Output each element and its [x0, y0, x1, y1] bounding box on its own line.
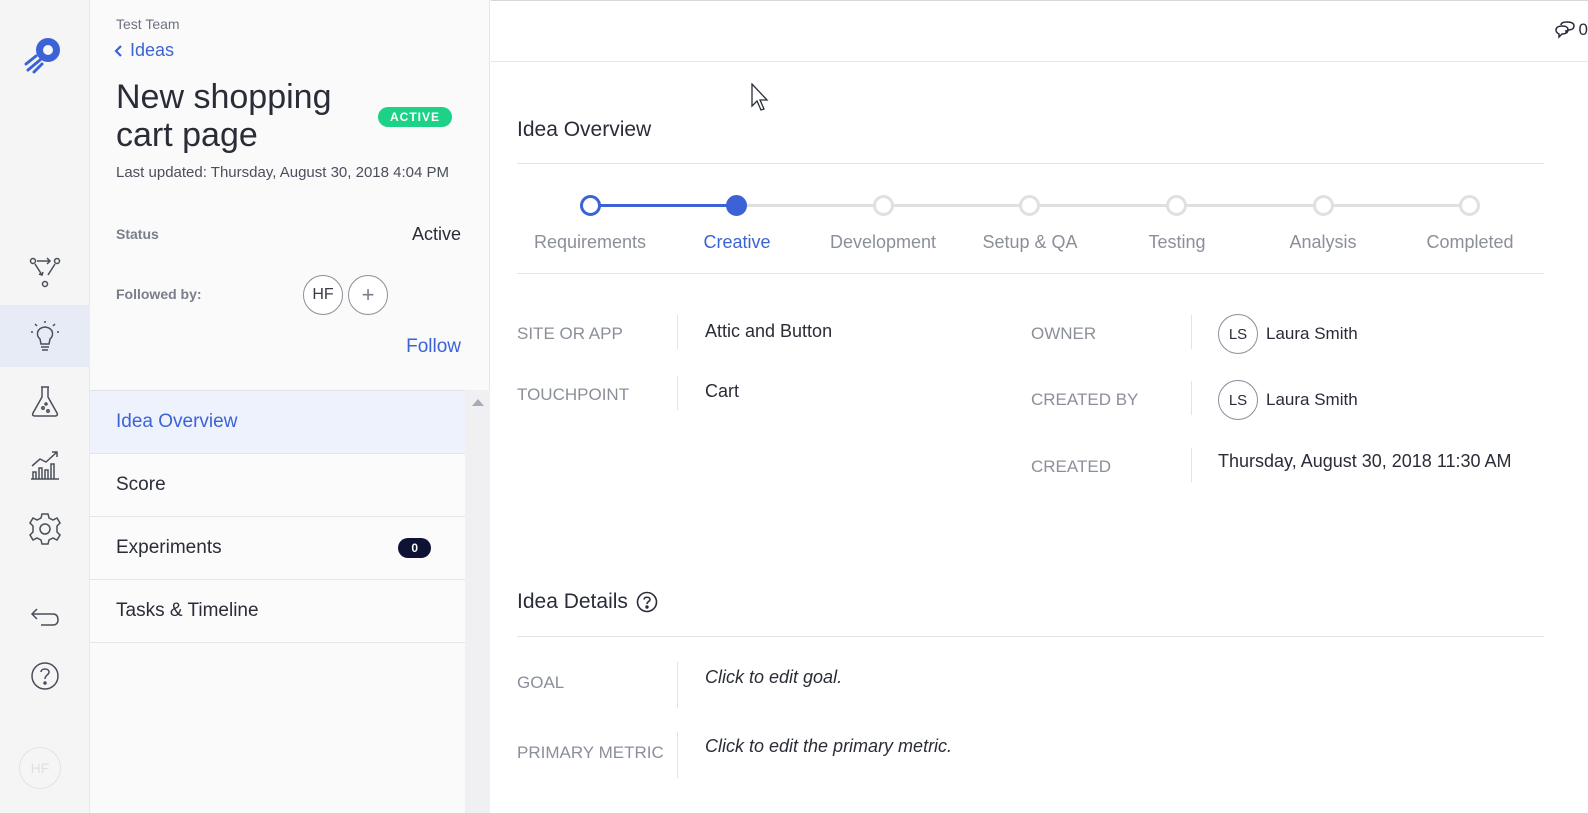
top-bar: 0	[491, 0, 1588, 62]
status-badge: ACTIVE	[378, 107, 453, 127]
step-label-setup-qa[interactable]: Setup & QA	[982, 232, 1077, 253]
touchpoint-value[interactable]: Cart	[705, 381, 739, 402]
last-updated: Last updated: Thursday, August 30, 2018 …	[116, 164, 450, 181]
experiments-nav[interactable]	[0, 370, 90, 432]
menu-item-label: Experiments	[116, 537, 222, 558]
logo-icon[interactable]	[22, 34, 64, 76]
help-circle-icon[interactable]	[636, 591, 658, 613]
workflow-nav[interactable]	[0, 241, 90, 303]
idea-details-heading: Idea Details	[517, 590, 658, 614]
scroll-up-arrow[interactable]	[472, 399, 484, 406]
created-by-name: Laura Smith	[1266, 390, 1358, 409]
main-content: Idea Overview Requirements Creative Deve…	[491, 62, 1588, 813]
menu-item-label: Score	[116, 474, 166, 495]
mouse-cursor-icon	[751, 83, 769, 111]
user-avatar[interactable]: HF	[19, 747, 61, 789]
created-label: CREATED	[1031, 457, 1111, 476]
step-dot-testing[interactable]	[1166, 195, 1187, 216]
chart-icon	[31, 451, 59, 480]
idea-title: New shopping cart page	[116, 78, 332, 154]
menu-item-score[interactable]: Score	[90, 454, 465, 517]
owner-name: Laura Smith	[1266, 324, 1358, 343]
reports-nav[interactable]	[0, 434, 90, 496]
goal-input[interactable]: Click to edit goal.	[705, 667, 842, 688]
owner-avatar: LS	[1218, 314, 1258, 354]
step-dot-creative[interactable]	[726, 195, 747, 216]
idea-overview-heading: Idea Overview	[517, 118, 651, 142]
add-follower-button[interactable]: +	[348, 275, 388, 315]
lightbulb-icon	[31, 321, 59, 351]
back-label: Ideas	[130, 40, 175, 60]
status-value[interactable]: Active	[412, 224, 461, 245]
goal-label: GOAL	[517, 673, 565, 692]
divider	[517, 273, 1544, 274]
field-separator	[1191, 315, 1192, 349]
stepper-progress	[590, 204, 737, 207]
menu-item-label: Tasks & Timeline	[116, 600, 259, 621]
step-label-requirements[interactable]: Requirements	[534, 232, 646, 253]
chevron-left-icon	[114, 44, 122, 57]
step-dot-analysis[interactable]	[1313, 195, 1334, 216]
back-to-ideas-link[interactable]: Ideas	[114, 40, 174, 61]
flask-icon	[31, 386, 59, 417]
field-separator	[1191, 381, 1192, 415]
progress-stepper: Requirements Creative Development Setup …	[517, 190, 1544, 270]
step-label-development[interactable]: Development	[830, 232, 936, 253]
step-dot-setup-qa[interactable]	[1019, 195, 1040, 216]
site-or-app-value[interactable]: Attic and Button	[705, 321, 832, 342]
step-label-creative[interactable]: Creative	[703, 232, 770, 253]
touchpoint-label: TOUCHPOINT	[517, 385, 630, 404]
help-icon	[31, 662, 59, 690]
comment-icon	[1554, 21, 1575, 39]
comments-button[interactable]: 0	[1554, 20, 1588, 40]
idea-detail-panel: Test Team Ideas New shopping cart page A…	[90, 0, 490, 813]
primary-metric-label: PRIMARY METRIC	[517, 743, 664, 762]
created-by-field: LS Laura Smith	[1218, 380, 1358, 420]
created-by-label: CREATED BY	[1031, 390, 1139, 409]
idea-menu: Idea Overview Score Experiments 0 Tasks …	[90, 390, 465, 643]
field-separator	[677, 376, 678, 410]
created-by-avatar: LS	[1218, 380, 1258, 420]
field-separator	[677, 662, 678, 708]
field-separator	[677, 732, 678, 778]
left-rail: HF	[0, 0, 90, 813]
status-label: Status	[116, 226, 159, 242]
divider	[517, 636, 1544, 637]
menu-item-tasks-timeline[interactable]: Tasks & Timeline	[90, 580, 465, 643]
step-label-completed[interactable]: Completed	[1426, 232, 1513, 253]
step-dot-requirements[interactable]	[580, 195, 601, 216]
owner-label: OWNER	[1031, 324, 1097, 343]
primary-metric-input[interactable]: Click to edit the primary metric.	[705, 736, 952, 757]
return-icon	[30, 608, 59, 626]
section-title-text: Idea Details	[517, 590, 628, 613]
experiments-count-badge: 0	[398, 538, 431, 558]
menu-scrollbar[interactable]	[465, 390, 490, 813]
divider	[517, 163, 1544, 164]
step-dot-completed[interactable]	[1459, 195, 1480, 216]
comment-count: 0	[1578, 20, 1588, 39]
section-title-text: Idea Overview	[517, 118, 652, 141]
menu-item-label: Idea Overview	[116, 411, 238, 432]
field-separator	[1191, 448, 1192, 482]
owner-field[interactable]: LS Laura Smith	[1218, 314, 1358, 354]
menu-item-idea-overview[interactable]: Idea Overview	[90, 391, 465, 454]
menu-item-experiments[interactable]: Experiments 0	[90, 517, 465, 580]
follower-avatar[interactable]: HF	[303, 275, 343, 315]
step-dot-development[interactable]	[873, 195, 894, 216]
field-separator	[677, 315, 678, 349]
step-label-testing[interactable]: Testing	[1148, 232, 1205, 253]
workflow-icon	[29, 257, 61, 288]
followed-by-label: Followed by:	[116, 286, 202, 302]
step-label-analysis[interactable]: Analysis	[1289, 232, 1356, 253]
gear-icon	[29, 513, 61, 545]
site-or-app-label: SITE OR APP	[517, 324, 623, 343]
help-nav[interactable]	[0, 645, 90, 707]
settings-nav[interactable]	[0, 498, 90, 560]
follow-link[interactable]: Follow	[406, 336, 461, 358]
ideas-nav[interactable]	[0, 305, 90, 367]
team-name: Test Team	[116, 16, 180, 32]
created-value: Thursday, August 30, 2018 11:30 AM	[1218, 451, 1512, 471]
return-nav[interactable]	[0, 586, 90, 648]
